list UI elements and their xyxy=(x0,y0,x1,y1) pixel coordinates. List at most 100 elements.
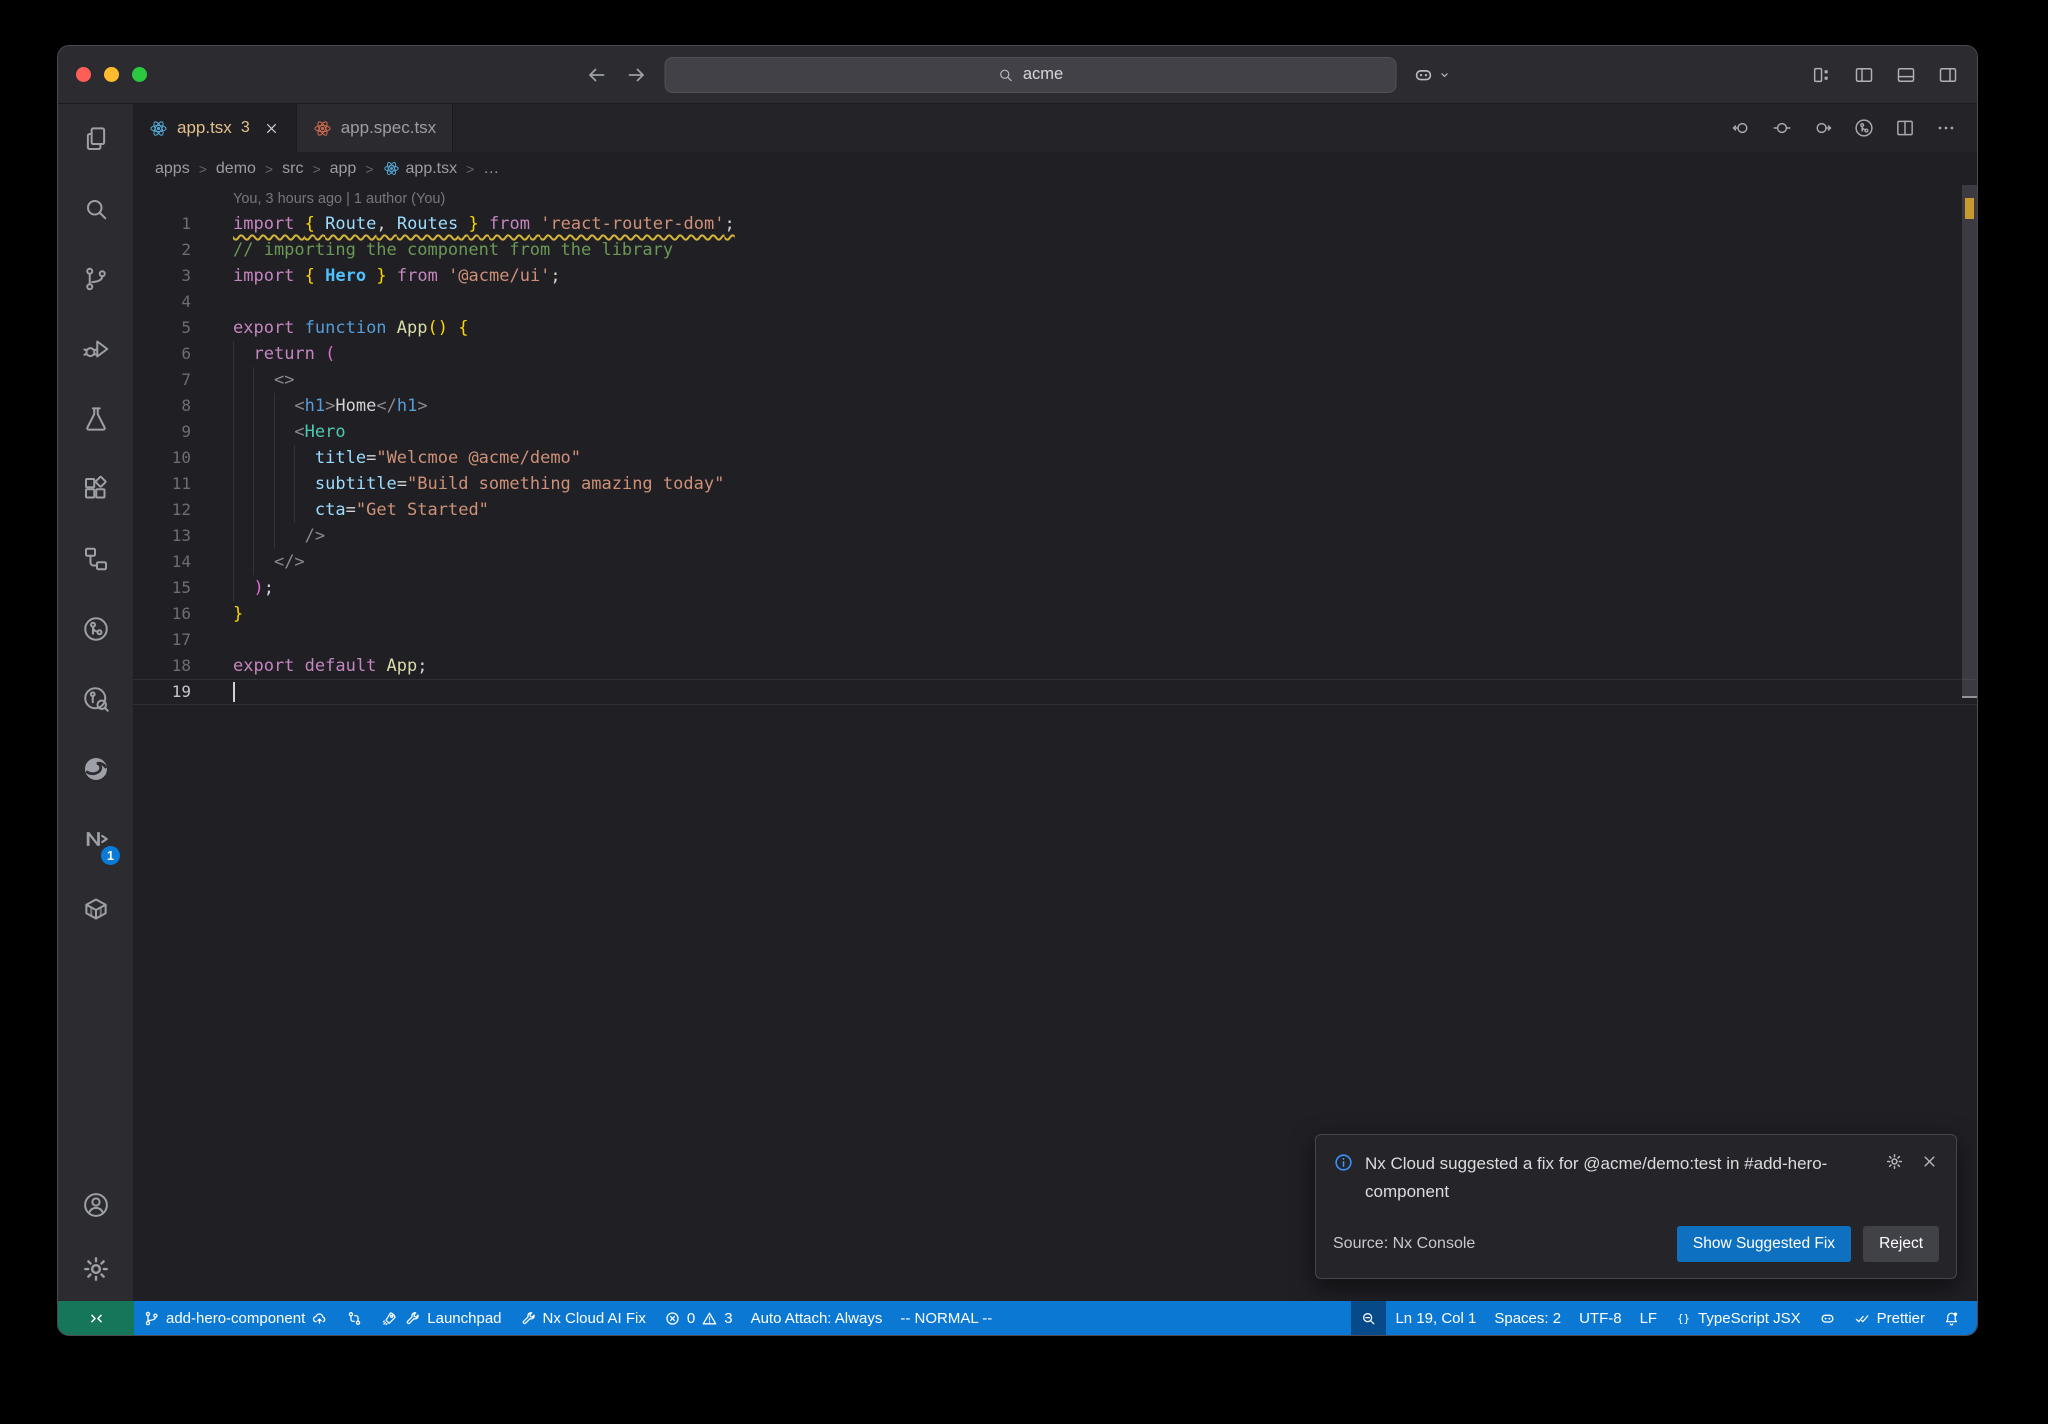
svg-text:{}: {} xyxy=(1677,1312,1690,1325)
nav-circle-button[interactable] xyxy=(1771,117,1793,139)
activity-git-graph[interactable] xyxy=(58,594,133,664)
close-tab-icon[interactable] xyxy=(263,120,280,137)
statusbar-launchpad[interactable]: Launchpad xyxy=(372,1301,510,1335)
activity-run-debug[interactable] xyxy=(58,314,133,384)
copilot-menu[interactable] xyxy=(1412,64,1451,86)
code-line-11[interactable]: 11 subtitle="Build something amazing tod… xyxy=(133,471,1977,497)
statusbar-auto-attach[interactable]: Auto Attach: Always xyxy=(742,1301,892,1335)
statusbar-notifications-bell[interactable] xyxy=(1934,1301,1969,1335)
activity-testing[interactable] xyxy=(58,384,133,454)
line-number: 10 xyxy=(171,448,191,467)
activity-edge-tools[interactable] xyxy=(58,734,133,804)
layout-customize-button[interactable] xyxy=(1811,64,1833,86)
gear-icon xyxy=(81,1254,111,1284)
statusbar-gitlens[interactable] xyxy=(337,1301,372,1335)
indent-guide xyxy=(273,471,275,497)
breadcrumb-item[interactable]: app xyxy=(330,160,357,178)
panel-bottom-button[interactable] xyxy=(1895,64,1917,86)
close-window-button[interactable] xyxy=(76,67,91,82)
minimize-window-button[interactable] xyxy=(104,67,119,82)
activity-search[interactable] xyxy=(58,174,133,244)
code-line-2[interactable]: 2 // importing the component from the li… xyxy=(133,237,1977,263)
activity-settings[interactable] xyxy=(58,1237,133,1301)
code-line-17[interactable]: 17 xyxy=(133,627,1977,653)
indent-guide xyxy=(233,393,234,419)
code-line-18[interactable]: 18 export default App; xyxy=(133,653,1977,679)
statusbar-prettier[interactable]: Prettier xyxy=(1845,1301,1934,1335)
wrench-icon xyxy=(404,1310,421,1327)
activity-accounts[interactable] xyxy=(58,1173,133,1237)
ellipsis-button[interactable] xyxy=(1935,117,1957,139)
split-editor-button[interactable] xyxy=(1894,117,1916,139)
run-circle-button[interactable] xyxy=(1853,117,1875,139)
code-line-5[interactable]: 5 export function App() { xyxy=(133,315,1977,341)
code-line-7[interactable]: 7 <> xyxy=(133,367,1977,393)
line-number: 19 xyxy=(171,682,191,701)
maximize-window-button[interactable] xyxy=(132,67,147,82)
overview-ruler[interactable] xyxy=(1962,185,1977,1301)
notification-close-icon[interactable] xyxy=(1920,1152,1939,1171)
window-controls xyxy=(76,67,147,82)
code-line-3[interactable]: 3 import { Hero } from '@acme/ui'; xyxy=(133,263,1977,289)
indent-guide xyxy=(253,367,255,393)
statusbar-eol[interactable]: LF xyxy=(1631,1301,1667,1335)
warning-triangle-icon xyxy=(701,1310,718,1327)
statusbar-vim-mode[interactable]: -- NORMAL -- xyxy=(891,1301,1001,1335)
indent-guide xyxy=(294,445,296,471)
panel-right-button[interactable] xyxy=(1937,64,1959,86)
breadcrumb-separator: > xyxy=(466,160,475,177)
scrollbar-thumb[interactable] xyxy=(1962,185,1977,699)
command-center-search[interactable]: acme xyxy=(664,56,1396,93)
activity-commit-search[interactable] xyxy=(58,664,133,734)
nav-forward-circle-button[interactable] xyxy=(1812,117,1834,139)
code-line-12[interactable]: 12 cta="Get Started" xyxy=(133,497,1977,523)
panel-left-button[interactable] xyxy=(1853,64,1875,86)
code-line-1[interactable]: 1 import { Route, Routes } from 'react-r… xyxy=(133,211,1977,237)
breadcrumb[interactable]: apps > demo > src > app > app.tsx >… xyxy=(133,152,1977,185)
code-editor[interactable]: You, 3 hours ago | 1 author (You) 1 impo… xyxy=(133,185,1977,1301)
code-line-14[interactable]: 14 </> xyxy=(133,549,1977,575)
code-line-10[interactable]: 10 title="Welcmoe @acme/demo" xyxy=(133,445,1977,471)
activity-source-control[interactable] xyxy=(58,244,133,314)
statusbar-indentation[interactable]: Spaces: 2 xyxy=(1485,1301,1570,1335)
breadcrumb-file[interactable]: app.tsx xyxy=(383,160,457,178)
forward-arrow-icon[interactable] xyxy=(624,63,648,87)
code-line-15[interactable]: 15 ); xyxy=(133,575,1977,601)
activity-containers[interactable] xyxy=(58,874,133,944)
statusbar-branch[interactable]: add-hero-component xyxy=(134,1301,337,1335)
code-line-19[interactable]: 19 xyxy=(133,679,1977,705)
statusbar-cursor-position[interactable]: Ln 19, Col 1 xyxy=(1386,1301,1485,1335)
line-number: 14 xyxy=(171,552,191,571)
breadcrumb-item[interactable]: apps xyxy=(155,160,190,178)
breadcrumb-more[interactable]: … xyxy=(483,160,499,178)
code-line-8[interactable]: 8 <h1>Home</h1> xyxy=(133,393,1977,419)
statusbar-problems[interactable]: 03 xyxy=(655,1301,742,1335)
statusbar-remote[interactable] xyxy=(58,1301,134,1335)
indent-guide xyxy=(233,575,234,601)
show-suggested-fix-button[interactable]: Show Suggested Fix xyxy=(1676,1226,1852,1262)
statusbar-language-mode[interactable]: {} TypeScript JSX xyxy=(1666,1301,1810,1335)
statusbar-copilot[interactable] xyxy=(1810,1301,1845,1335)
tab-app.tsx[interactable]: app.tsx 3 xyxy=(133,104,297,152)
activity-explorer[interactable] xyxy=(58,104,133,174)
activity-nx-console[interactable]: 1 xyxy=(58,804,133,874)
line-content: <> xyxy=(273,370,295,390)
breadcrumb-item[interactable]: src xyxy=(282,160,303,178)
line-number: 13 xyxy=(171,526,191,545)
code-line-9[interactable]: 9 <Hero xyxy=(133,419,1977,445)
tab-app.spec.tsx[interactable]: app.spec.tsx xyxy=(296,104,454,152)
code-line-13[interactable]: 13 /> xyxy=(133,523,1977,549)
statusbar-encoding[interactable]: UTF-8 xyxy=(1570,1301,1631,1335)
back-arrow-icon[interactable] xyxy=(584,63,608,87)
breadcrumb-item[interactable]: demo xyxy=(216,160,256,178)
code-line-4[interactable]: 4 xyxy=(133,289,1977,315)
code-line-16[interactable]: 16 } xyxy=(133,601,1977,627)
code-line-6[interactable]: 6 return ( xyxy=(133,341,1977,367)
statusbar-zoom[interactable] xyxy=(1351,1301,1387,1335)
statusbar-nx-cloud-ai-fix[interactable]: Nx Cloud AI Fix xyxy=(511,1301,655,1335)
activity-extensions[interactable] xyxy=(58,454,133,524)
activity-hierarchy[interactable] xyxy=(58,524,133,594)
reject-button[interactable]: Reject xyxy=(1863,1226,1939,1262)
notification-settings-gear-icon[interactable] xyxy=(1885,1152,1904,1171)
nav-back-circle-button[interactable] xyxy=(1730,117,1752,139)
